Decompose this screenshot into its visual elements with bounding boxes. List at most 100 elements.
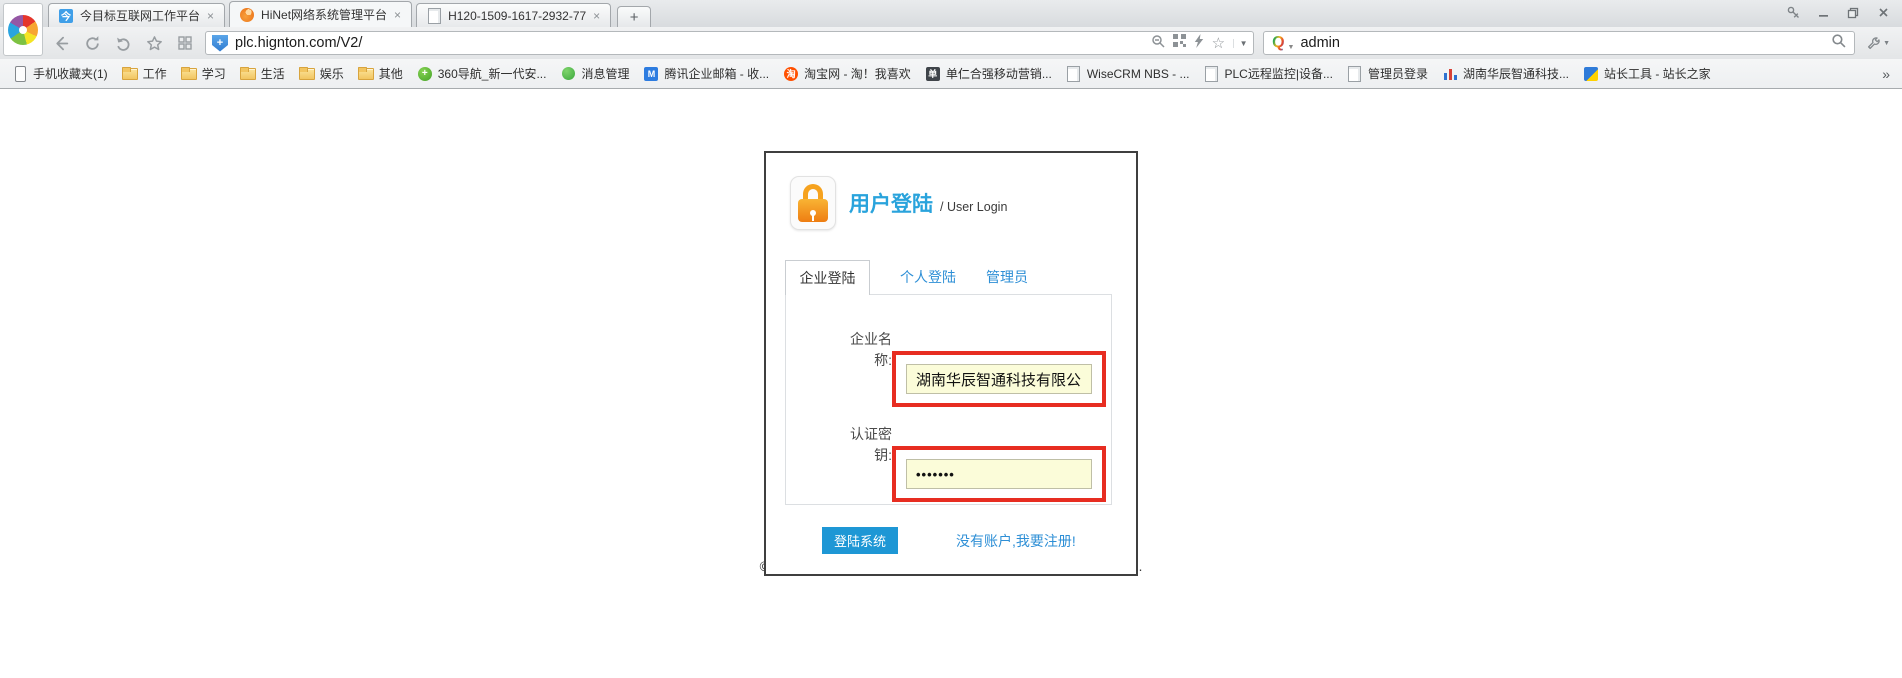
lightning-extension-icon[interactable] [1194,34,1204,53]
company-name-input[interactable] [906,364,1092,394]
dark-site-favicon [925,66,941,82]
bookmark-item[interactable]: 360导航_新一代安... [417,65,547,82]
undo-history-button[interactable] [112,32,134,54]
bookmark-item[interactable]: 手机收藏夹(1) [12,65,108,82]
url-text[interactable]: plc.hignton.com/V2/ [235,35,1144,51]
chinaz-favicon [1583,66,1599,82]
search-engine-dropdown-icon[interactable]: ▼ [1288,44,1295,51]
folder-icon [358,66,374,82]
folder-icon [181,66,197,82]
bookmark-item[interactable]: WiseCRM NBS - ... [1066,66,1190,82]
minimize-button[interactable] [1808,3,1838,22]
qr-code-icon[interactable] [1173,34,1186,52]
page-favicon [426,8,442,24]
back-button[interactable] [50,32,72,54]
login-title: 用户登陆 [849,188,933,218]
jin-favicon [58,8,74,24]
tab-close-icon[interactable] [206,10,215,22]
highlight-box [892,446,1106,502]
bookmark-item[interactable]: 工作 [122,65,167,82]
login-tab[interactable]: 个人登陆 [900,267,956,287]
barchart-favicon [1442,66,1458,82]
address-dropdown-arrow-icon[interactable]: ▼ [1233,39,1249,48]
search-input[interactable]: admin [1300,35,1825,51]
search-box[interactable]: Q ▼ admin [1263,31,1855,55]
tab-title: H120-1509-1617-2932-77 [448,9,586,23]
bookmark-item[interactable]: 学习 [181,65,226,82]
address-bar-actions: ☆ ▼ [1151,34,1249,53]
bookmark-item[interactable]: PLC远程监控|设备... [1204,65,1333,82]
tab-close-icon[interactable] [393,9,402,21]
page-favicon [1204,66,1220,82]
bookmark-item[interactable]: 其他 [358,65,403,82]
bookmark-item[interactable]: 单仁合强移动营销... [925,65,1052,82]
phone-favorites-icon [12,66,28,82]
refresh-button[interactable] [81,32,103,54]
bookmark-label: 单仁合强移动营销... [946,65,1052,82]
tools-dropdown-icon: ▼ [1883,40,1890,47]
tools-wrench-button[interactable]: ▼ [1864,36,1892,51]
bookmarks-overflow-chevron[interactable]: » [1882,66,1890,82]
restore-button[interactable] [1838,3,1868,22]
bookmark-label: 腾讯企业邮箱 - 收... [664,65,769,82]
360-browser-logo-icon [8,15,38,45]
page-favicon [1066,66,1082,82]
bookmark-label: 管理员登录 [1368,65,1428,82]
auth-key-input[interactable] [906,459,1092,489]
bookmark-item[interactable]: 湖南华辰智通科技... [1442,65,1569,82]
bookmark-item[interactable]: 腾讯企业邮箱 - 收... [643,65,769,82]
login-tab-strip: 企业登陆 个人登陆 管理员 [785,259,1136,294]
tencent-mail-favicon [643,66,659,82]
close-button[interactable] [1868,3,1898,22]
new-tab-button[interactable]: + [617,6,651,27]
browser-tab[interactable]: 今目标互联网工作平台 [48,3,225,27]
bookmark-item[interactable]: 站长工具 - 站长之家 [1583,65,1711,82]
folder-icon [122,66,138,82]
account-key-icon[interactable] [1778,3,1808,22]
search-magnifier-icon[interactable] [1831,33,1846,53]
favorites-star-button[interactable] [143,32,165,54]
search-engine-logo[interactable]: Q [1272,35,1284,51]
lock-icon [790,176,836,230]
login-tab[interactable]: 管理员 [986,267,1028,287]
page-favicon [1347,66,1363,82]
tab-strip: 今目标互联网工作平台 HiNet网络系统管理平台 H120-1509-1617-… [48,1,651,27]
tab-close-icon[interactable] [592,10,601,22]
taobao-favicon [783,66,799,82]
zoom-out-icon[interactable] [1151,34,1165,53]
navigation-toolbar: + plc.hignton.com/V2/ ☆ ▼ Q ▼ admin [0,27,1902,59]
bookmark-item[interactable]: 淘宝网 - 淘！我喜欢 [783,65,911,82]
login-tab[interactable]: 企业登陆 [785,260,870,295]
address-bar[interactable]: + plc.hignton.com/V2/ ☆ ▼ [205,31,1254,55]
green-dot-favicon [560,66,576,82]
security-shield-icon[interactable]: + [212,35,228,52]
company-name-row: 企业名称: [786,329,1111,407]
auth-key-label: 认证密钥: [786,424,892,466]
bookmark-label: 生活 [261,65,285,82]
login-panel: 用户登陆 / User Login 企业登陆 个人登陆 管理员 企业名称: 认证密钥… [764,151,1138,576]
browser-tab[interactable]: H120-1509-1617-2932-77 [416,3,611,27]
register-link[interactable]: 没有账户,我要注册! [956,531,1076,551]
folder-icon [240,66,256,82]
highlight-box [892,351,1106,407]
bookmark-label: 其他 [379,65,403,82]
tab-bar: 今目标互联网工作平台 HiNet网络系统管理平台 H120-1509-1617-… [0,0,1902,27]
bookmark-label: 工作 [143,65,167,82]
bookmark-item[interactable]: 消息管理 [560,65,629,82]
login-button[interactable]: 登陆系统 [822,527,898,554]
auth-key-row: 认证密钥: [786,424,1111,502]
login-header: 用户登陆 / User Login [766,153,1136,239]
bookmark-star-icon[interactable]: ☆ [1212,36,1225,51]
browser-tab[interactable]: HiNet网络系统管理平台 [229,1,412,27]
bookmark-item[interactable]: 娱乐 [299,65,344,82]
360nav-favicon [417,66,433,82]
window-controls [1778,0,1902,22]
browser-chrome: 今目标互联网工作平台 HiNet网络系统管理平台 H120-1509-1617-… [0,0,1902,89]
bookmark-item[interactable]: 管理员登录 [1347,65,1428,82]
bookmark-item[interactable]: 生活 [240,65,285,82]
collect-grid-button[interactable] [174,32,196,54]
login-subtitle: / User Login [940,200,1007,214]
bookmarks-bar: 手机收藏夹(1) 工作 学习 生活 娱乐 其他 360导航_新一代安... [0,59,1902,89]
browser-menu-button[interactable] [3,3,43,56]
bookmark-label: 消息管理 [581,65,629,82]
